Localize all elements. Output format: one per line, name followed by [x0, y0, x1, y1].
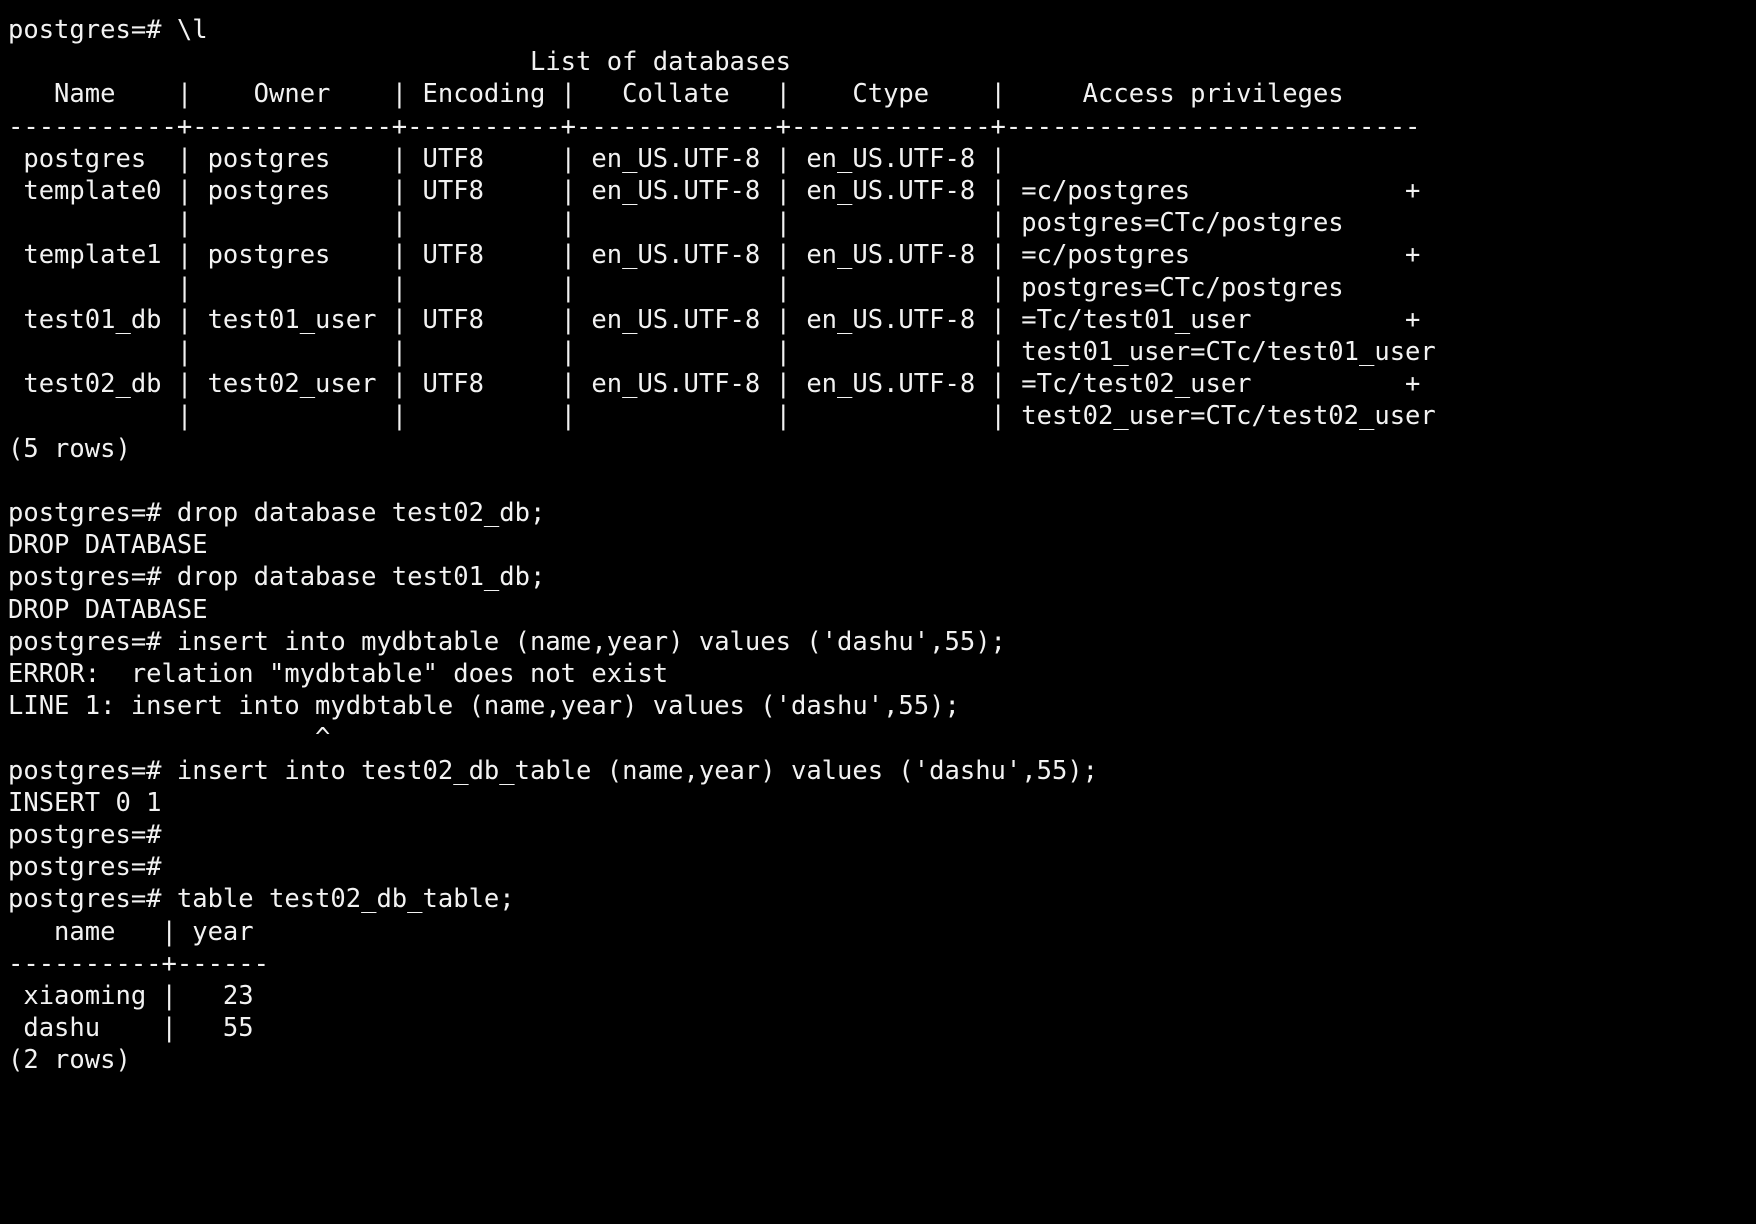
- terminal-line: postgres | postgres | UTF8 | en_US.UTF-8…: [8, 143, 1006, 174]
- terminal-line: test02_db | test02_user | UTF8 | en_US.U…: [8, 369, 1421, 400]
- terminal-line: List of databases: [8, 47, 791, 78]
- terminal-line: postgres=# \l: [8, 15, 208, 45]
- terminal-line: (5 rows): [8, 433, 131, 464]
- terminal-line: Name | Owner | Encoding | Collate | Ctyp…: [8, 79, 1344, 110]
- terminal-line: template0 | postgres | UTF8 | en_US.UTF-…: [8, 176, 1421, 207]
- terminal-line: DROP DATABASE: [8, 594, 208, 625]
- terminal-line: postgres=#: [8, 820, 162, 851]
- terminal-line: ----------+------: [8, 948, 269, 979]
- terminal-line: LINE 1: insert into mydbtable (name,year…: [8, 691, 960, 722]
- terminal-line: | | | | | postgres=CTc/postgres: [8, 208, 1344, 239]
- terminal-line: ERROR: relation "mydbtable" does not exi…: [8, 659, 669, 690]
- terminal-line: postgres=# table test02_db_table;: [8, 884, 515, 915]
- terminal-line: postgres=# drop database test01_db;: [8, 562, 546, 593]
- terminal-line: postgres=# drop database test02_db;: [8, 498, 546, 529]
- terminal-line: name | year: [8, 916, 254, 947]
- terminal-line: | | | | | test02_user=CTc/test02_user: [8, 401, 1436, 432]
- terminal-line: INSERT 0 1: [8, 787, 162, 818]
- terminal-line: -----------+-------------+----------+---…: [8, 111, 1421, 142]
- terminal-line: ^: [8, 723, 331, 754]
- terminal-line: dashu | 55: [8, 1013, 254, 1044]
- terminal-line: xiaoming | 23: [8, 981, 254, 1012]
- terminal-line: postgres=# insert into test02_db_table (…: [8, 755, 1099, 786]
- terminal-line: | | | | | test01_user=CTc/test01_user: [8, 337, 1436, 368]
- terminal-line: DROP DATABASE: [8, 530, 208, 561]
- terminal-screen[interactable]: postgres=# \l List of databases Name | O…: [0, 0, 1756, 1224]
- terminal-line: postgres=# insert into mydbtable (name,y…: [8, 626, 1006, 657]
- terminal-line: template1 | postgres | UTF8 | en_US.UTF-…: [8, 240, 1421, 271]
- terminal-line: (2 rows): [8, 1045, 131, 1076]
- terminal-line: postgres=#: [8, 852, 162, 883]
- terminal-line: test01_db | test01_user | UTF8 | en_US.U…: [8, 304, 1421, 335]
- terminal-line: | | | | | postgres=CTc/postgres: [8, 272, 1344, 303]
